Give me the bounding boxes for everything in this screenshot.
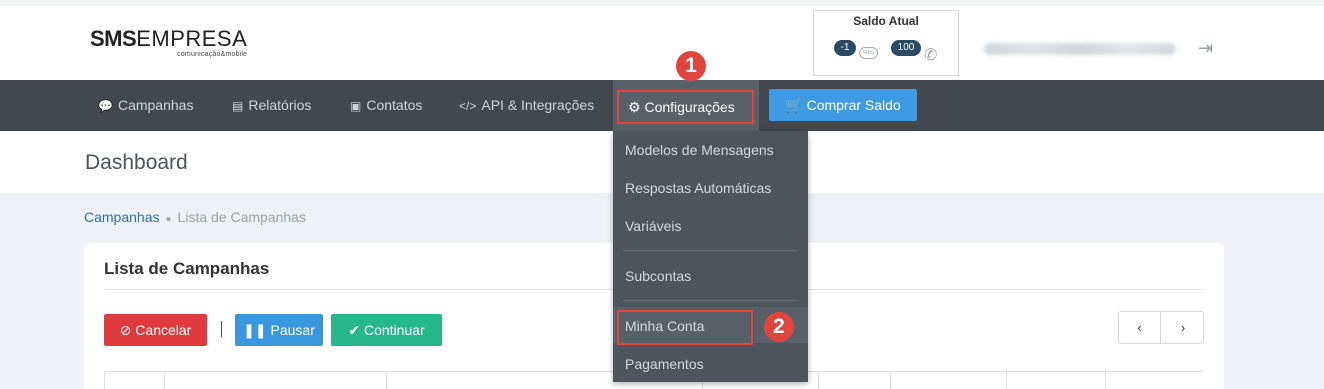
breadcrumb: Campanhas ● Lista de Campanhas — [84, 209, 306, 225]
nav-relatorios-label: Relatórios — [248, 97, 312, 113]
sms-bubble-icon: sms — [859, 47, 878, 59]
menu-item-respostas[interactable]: Respostas Automáticas — [625, 180, 771, 196]
logo-text-empresa: EMPRESA — [136, 26, 248, 51]
pagination: ‹ › — [1118, 311, 1204, 344]
nav-campanhas-label: Campanhas — [117, 97, 194, 113]
table-column-divider — [818, 372, 819, 389]
nav-configuracoes[interactable]: ⚙ Configurações — [613, 80, 759, 131]
breadcrumb-campanhas[interactable]: Campanhas — [84, 209, 160, 225]
phone-icon: ✆ — [924, 47, 938, 64]
continue-label: Continuar — [363, 322, 425, 338]
header: SMSEMPRESA comunicação&mobile Saldo Atua… — [0, 0, 1324, 80]
card-title: Lista de Campanhas — [104, 259, 270, 278]
configuracoes-dropdown: Modelos de Mensagens Respostas Automátic… — [613, 131, 808, 382]
nav-relatorios[interactable]: ▤ Relatórios — [232, 80, 311, 131]
continue-button[interactable]: ✔ Continuar — [331, 314, 442, 346]
pause-icon: ❚❚ — [243, 322, 271, 338]
nav-api-label: API & Integrações — [481, 97, 595, 113]
main-navbar: 💬 Campanhas ▤ Relatórios ▣ Contatos </> API … — [0, 80, 1324, 131]
menu-item-subcontas[interactable]: Subcontas — [625, 268, 691, 284]
step-marker-2: 2 — [764, 312, 794, 342]
page-title: Dashboard — [85, 151, 188, 174]
menu-divider — [623, 250, 798, 251]
nav-configuracoes-highlight: ⚙ Configurações — [617, 90, 754, 124]
logout-icon[interactable]: ⇥ — [1198, 38, 1213, 59]
button-separator — [221, 321, 222, 337]
chevron-left-icon[interactable]: ‹ — [1119, 312, 1161, 343]
logo-tagline: comunicação&mobile — [177, 51, 248, 58]
code-icon: </> — [459, 99, 477, 113]
gears-icon: ⚙ — [628, 99, 645, 115]
table-column-divider — [104, 372, 105, 389]
comprar-saldo-label: Comprar Saldo — [806, 97, 901, 113]
table-column-divider — [1105, 372, 1106, 389]
table-column-divider — [890, 372, 891, 389]
table-column-divider — [164, 372, 165, 389]
address-book-icon: ▣ — [350, 99, 362, 113]
saldo-title: Saldo Atual — [853, 14, 919, 28]
pause-button[interactable]: ❚❚ Pausar — [235, 314, 323, 346]
logo-text-sms: SMS — [90, 26, 137, 51]
menu-item-modelos[interactable]: Modelos de Mensagens — [625, 142, 774, 158]
comments-icon: 💬 — [98, 99, 113, 113]
breadcrumb-separator: ● — [165, 214, 172, 225]
voice-balance-badge: 100 — [891, 40, 921, 56]
cancel-button[interactable]: ⊘ Cancelar — [104, 314, 207, 346]
user-email-blurred[interactable] — [984, 43, 1176, 55]
nav-contatos[interactable]: ▣ Contatos — [350, 80, 422, 131]
menu-item-variaveis[interactable]: Variáveis — [625, 218, 682, 234]
check-icon: ✔ — [348, 322, 364, 338]
logo[interactable]: SMSEMPRESA comunicação&mobile — [90, 26, 248, 59]
table-column-divider — [1006, 372, 1007, 389]
comprar-saldo-button[interactable]: 🛒 Comprar Saldo — [769, 89, 917, 121]
chevron-right-icon[interactable]: › — [1162, 312, 1204, 343]
menu-item-pagamentos[interactable]: Pagamentos — [625, 356, 704, 372]
pause-label: Pausar — [270, 322, 315, 338]
ban-icon: ⊘ — [119, 322, 136, 338]
nav-contatos-label: Contatos — [366, 97, 423, 113]
sms-balance-badge: -1 — [834, 40, 856, 56]
nav-configuracoes-label: Configurações — [644, 99, 735, 115]
cart-icon: 🛒 — [785, 97, 807, 113]
menu-divider — [623, 300, 798, 301]
nav-campanhas[interactable]: 💬 Campanhas — [98, 80, 193, 131]
nav-api[interactable]: </> API & Integrações — [459, 80, 594, 131]
step-marker-1: 1 — [676, 51, 706, 81]
saldo-panel: Saldo Atual -1 sms 100 ✆ — [813, 10, 959, 76]
breadcrumb-current: Lista de Campanhas — [177, 209, 306, 225]
file-icon: ▤ — [232, 99, 244, 113]
table-column-divider — [386, 372, 387, 389]
menu-item-minha-conta[interactable]: Minha Conta — [625, 318, 704, 334]
cancel-label: Cancelar — [135, 322, 192, 338]
